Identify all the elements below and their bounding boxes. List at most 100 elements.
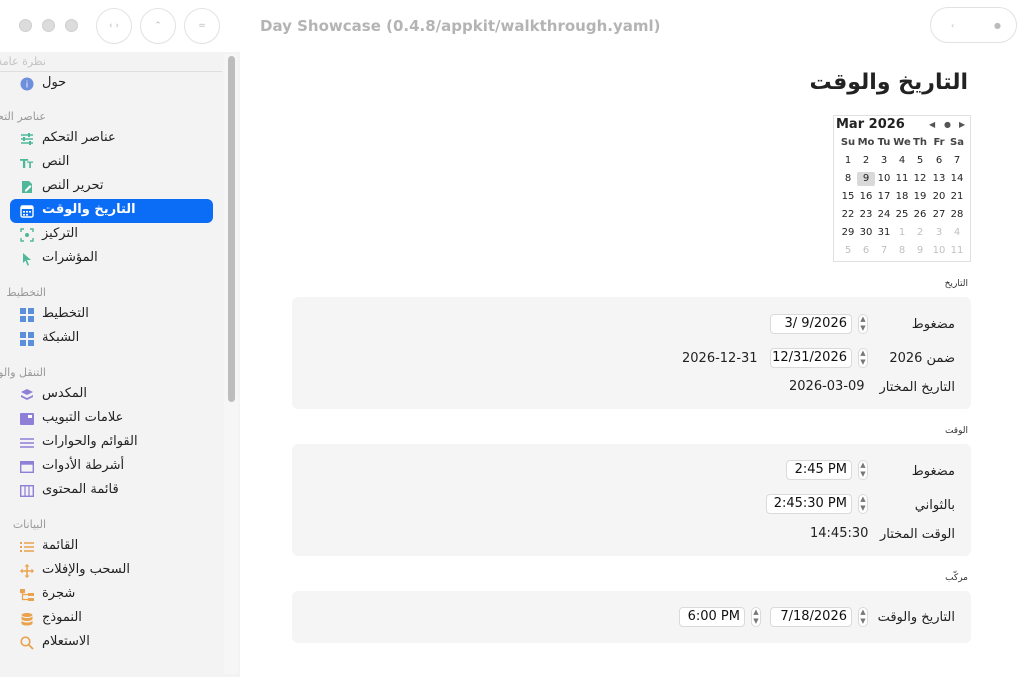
calendar-day[interactable]: 1 <box>839 154 857 168</box>
calendar-day[interactable]: 10 <box>930 244 948 258</box>
menu-button[interactable]: = <box>184 8 220 44</box>
sidebar-item-label: النص <box>42 154 70 169</box>
calendar-day[interactable]: 20 <box>930 190 948 204</box>
calendar-day[interactable]: 22 <box>839 208 857 222</box>
calendar-day[interactable]: 6 <box>930 154 948 168</box>
sidebar-item-focus[interactable]: التركيز <box>10 223 213 247</box>
time-compact-field[interactable]: 2:45 PM <box>786 460 852 480</box>
minimize-window-button[interactable] <box>42 19 55 32</box>
calendar-day[interactable]: 7 <box>875 244 893 258</box>
date-range-stepper[interactable]: ▲ ▼ <box>858 348 868 368</box>
calendar-day[interactable]: 2 <box>911 226 929 240</box>
calendar-day[interactable]: 7 <box>948 154 966 168</box>
app-window: ‹ › ⌃ = Day Showcase (0.4.8/appkit/walkt… <box>0 0 1024 677</box>
calendar-day[interactable]: 1 <box>893 226 911 240</box>
calendar-day[interactable]: 5 <box>911 154 929 168</box>
calendar-today-icon[interactable]: ● <box>944 120 951 129</box>
calendar-day[interactable]: 9 <box>857 172 875 186</box>
sidebar-item-menus-dialogs[interactable]: القوائم والحوارات <box>10 431 213 455</box>
calendar-day[interactable]: 10 <box>875 172 893 186</box>
calendar-day[interactable]: 3 <box>930 226 948 240</box>
calendar-picker[interactable]: Mar 2026 ◀ ● ▶ Su Mo Tu We Th Fr Sa 1 2 3 4 5 6 7 8 9 10… <box>833 115 971 262</box>
calendar-weekday: Th <box>913 137 927 148</box>
time-compact-stepper[interactable]: ▲ ▼ <box>858 460 868 480</box>
calendar-day[interactable]: 28 <box>948 208 966 222</box>
calendar-day[interactable]: 25 <box>893 208 911 222</box>
calendar-day[interactable]: 2 <box>857 154 875 168</box>
calendar-day[interactable]: 4 <box>948 226 966 240</box>
sidebar-item-list[interactable]: القائمة <box>10 535 213 559</box>
time-seconds-stepper[interactable]: ▲ ▼ <box>858 494 868 514</box>
list-icon <box>20 542 34 552</box>
dot-icon[interactable]: ● <box>994 21 1001 30</box>
move-icon <box>20 564 34 578</box>
sidebar-item-controls[interactable]: عناصر التحكم <box>10 127 213 151</box>
calendar-day[interactable]: 4 <box>893 154 911 168</box>
date-range-field[interactable]: 12/31/2026 <box>770 348 852 368</box>
sidebar-item-tabs[interactable]: علامات التبويب <box>10 407 213 431</box>
calendar-day[interactable]: 19 <box>911 190 929 204</box>
sidebar-item-date-time[interactable]: التاريخ والوقت <box>10 199 213 223</box>
sidebar-item-about[interactable]: i حول <box>10 72 213 96</box>
calendar-day[interactable]: 12 <box>911 172 929 186</box>
calendar-day[interactable]: 29 <box>839 226 857 240</box>
sidebar-item-text[interactable]: TT النص <box>10 151 213 175</box>
chevron-left-icon[interactable]: ‹ <box>951 21 954 30</box>
calendar-day[interactable]: 11 <box>948 244 966 258</box>
sidebar-scrollbar[interactable] <box>224 54 238 674</box>
calendar-day[interactable]: 11 <box>893 172 911 186</box>
date-compact-stepper[interactable]: ▲ ▼ <box>858 314 868 334</box>
combined-time-field[interactable]: 6:00 PM <box>679 607 745 627</box>
sidebar-item-cursors[interactable]: المؤشرات <box>10 247 213 271</box>
calendar-day[interactable]: 16 <box>857 190 875 204</box>
calendar-day[interactable]: 17 <box>875 190 893 204</box>
time-selected-label: الوقت المختار <box>879 527 955 542</box>
toggle-button[interactable]: ⌃ <box>140 8 176 44</box>
calendar-day[interactable]: 9 <box>911 244 929 258</box>
sidebar-item-stack[interactable]: المكدس <box>10 383 213 407</box>
calendar-day[interactable]: 21 <box>948 190 966 204</box>
sidebar-item-toolbars[interactable]: أشرطة الأدوات <box>10 455 213 479</box>
date-compact-field[interactable]: 3/ 9/2026 <box>770 314 852 334</box>
time-seconds-field[interactable]: 2:45:30 PM <box>766 494 852 514</box>
calendar-prev-icon[interactable]: ◀ <box>929 120 935 129</box>
calendar-day[interactable]: 8 <box>893 244 911 258</box>
calendar-day[interactable]: 18 <box>893 190 911 204</box>
calendar-day[interactable]: 15 <box>839 190 857 204</box>
calendar-day[interactable]: 23 <box>857 208 875 222</box>
window-title: Day Showcase (0.4.8/appkit/walkthrough.y… <box>260 17 661 35</box>
calendar-day[interactable]: 5 <box>839 244 857 258</box>
sidebar-item-label: التاريخ والوقت <box>42 202 136 217</box>
calendar-day[interactable]: 14 <box>948 172 966 186</box>
sidebar-item-text-editing[interactable]: تحرير النص <box>10 175 213 199</box>
calendar-day[interactable]: 3 <box>875 154 893 168</box>
calendar-day[interactable]: 13 <box>930 172 948 186</box>
calendar-next-icon[interactable]: ▶ <box>959 120 965 129</box>
back-forward-button[interactable]: ‹ › <box>96 8 132 44</box>
calendar-day[interactable]: 31 <box>875 226 893 240</box>
sidebar-item-layout[interactable]: التخطيط <box>10 303 213 327</box>
sidebar-item-grid[interactable]: الشبكة <box>10 327 213 351</box>
calendar-day[interactable]: 24 <box>875 208 893 222</box>
combined-time-stepper[interactable]: ▲ ▼ <box>751 607 761 627</box>
calendar-day[interactable]: 27 <box>930 208 948 222</box>
calendar-day[interactable]: 8 <box>839 172 857 186</box>
sidebar-item-tree[interactable]: شجرة <box>10 583 213 607</box>
date-range-readout: 2026-12-31 <box>682 351 758 366</box>
sidebar-item-query[interactable]: الاستعلام <box>10 631 213 655</box>
grid-icon <box>20 332 34 346</box>
scrollbar-thumb[interactable] <box>228 56 235 402</box>
sidebar-item-content-list[interactable]: قائمة المحتوى <box>10 479 213 503</box>
combined-date-field[interactable]: 7/18/2026 <box>770 607 852 627</box>
calendar-day[interactable]: 6 <box>857 244 875 258</box>
calendar-day[interactable]: 30 <box>857 226 875 240</box>
sidebar-item-drag-drop[interactable]: السحب والإفلات <box>10 559 213 583</box>
close-window-button[interactable] <box>19 19 32 32</box>
sidebar-item-model[interactable]: النموذج <box>10 607 213 631</box>
zoom-window-button[interactable] <box>65 19 78 32</box>
toolbar-pill[interactable]: ‹ ● <box>930 7 1017 43</box>
sidebar-item-label: أشرطة الأدوات <box>42 458 125 473</box>
combined-date-stepper[interactable]: ▲ ▼ <box>858 607 868 627</box>
date-range-label: ضمن 2026 <box>889 351 955 366</box>
calendar-day[interactable]: 26 <box>911 208 929 222</box>
